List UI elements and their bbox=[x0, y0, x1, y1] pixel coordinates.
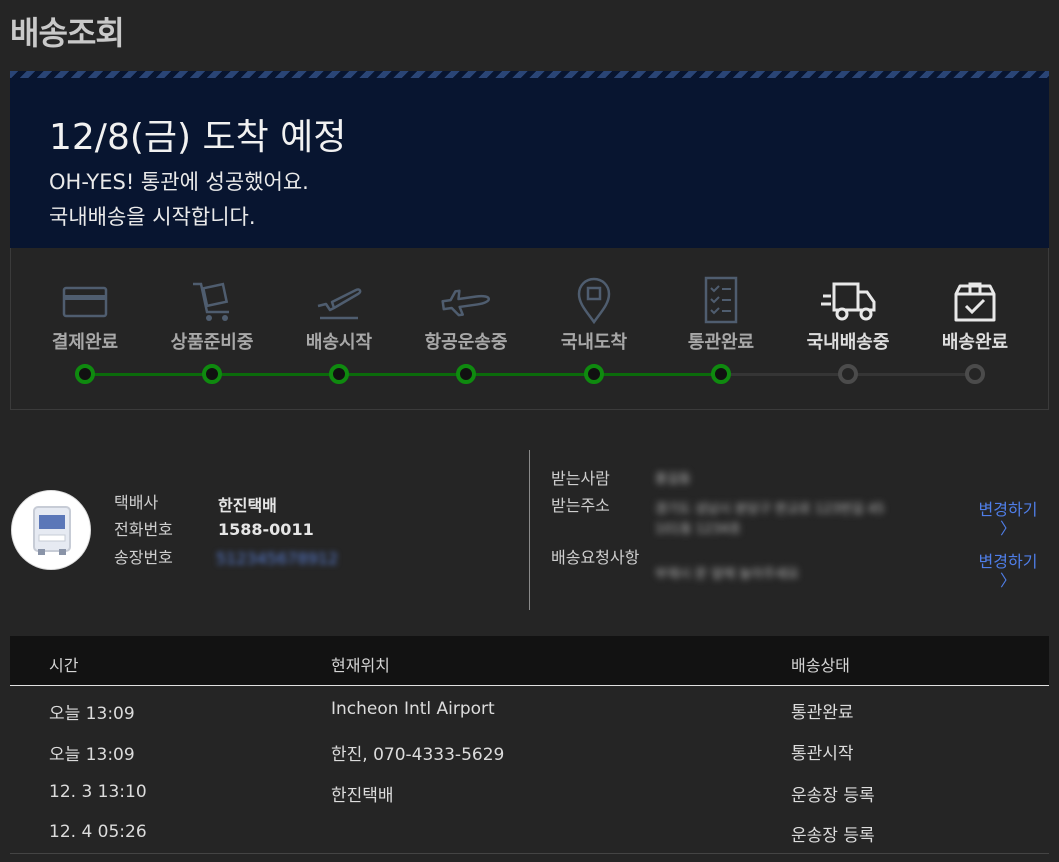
tracking-number-label: 송장번호 bbox=[114, 548, 173, 567]
courier-company-label: 택배사 bbox=[114, 493, 159, 512]
courier-company-value: 한진택배 bbox=[218, 496, 277, 515]
delivery-request-label: 배송요청사항 bbox=[551, 548, 640, 567]
table-bottom-border bbox=[10, 853, 1049, 854]
table-row: 12. 3 13:10 한진택배 운송장 등록 bbox=[10, 771, 1049, 812]
banner-message-1: OH-YES! 통관에 성공했어요. bbox=[49, 170, 309, 194]
row-time: 12. 3 13:10 bbox=[49, 782, 147, 802]
step-dot bbox=[584, 364, 604, 384]
delivery-banner: 12/8(금) 도착 예정 OH-YES! 통관에 성공했어요. 국내배송을 시… bbox=[10, 71, 1049, 248]
step-label: 결제완료 bbox=[51, 332, 119, 353]
checklist-icon bbox=[704, 276, 738, 324]
header-location: 현재위치 bbox=[331, 656, 390, 675]
plane-takeoff-icon bbox=[317, 288, 362, 320]
change-request-button[interactable]: 변경하기 〉 bbox=[973, 548, 1043, 590]
location-pin-icon bbox=[577, 277, 611, 324]
row-status: 통관완료 bbox=[791, 703, 854, 723]
step-dot bbox=[965, 364, 985, 384]
step-dot bbox=[711, 364, 731, 384]
recipient-address-line1: 경기도 성남시 분당구 판교로 123번길 45 bbox=[655, 502, 885, 517]
step-label: 국내도착 bbox=[560, 332, 628, 353]
row-status: 통관시작 bbox=[791, 744, 854, 764]
box-check-icon bbox=[954, 282, 996, 322]
courier-phone-value: 1588-0011 bbox=[218, 520, 314, 539]
card-icon bbox=[62, 286, 108, 318]
row-time: 12. 4 05:26 bbox=[49, 822, 147, 842]
recipient-name-value: 홍길동 bbox=[655, 472, 691, 487]
chevron-right-icon: 〉 bbox=[999, 519, 1016, 538]
progress-tracker: 결제완료 상품준비중 배송시작 항공운송중 국내도착 통관완료 국내배송중 배송… bbox=[10, 248, 1049, 410]
step-dot bbox=[75, 364, 95, 384]
step-label: 배송시작 bbox=[305, 332, 373, 353]
step-dot bbox=[329, 364, 349, 384]
plane-icon bbox=[441, 289, 491, 317]
step-label: 항공운송중 bbox=[424, 332, 508, 353]
courier-phone-label: 전화번호 bbox=[114, 520, 173, 539]
page-title: 배송조회 bbox=[10, 14, 125, 52]
banner-body: 12/8(금) 도착 예정 OH-YES! 통관에 성공했어요. 국내배송을 시… bbox=[10, 78, 1049, 248]
recipient-address-label: 받는주소 bbox=[551, 496, 610, 515]
estimated-arrival: 12/8(금) 도착 예정 bbox=[49, 117, 347, 158]
step-label: 통관완료 bbox=[687, 332, 755, 353]
table-row: 12. 4 05:26 운송장 등록 bbox=[10, 812, 1049, 853]
table-row: 오늘 13:09 한진, 070-4333-5629 통관시작 bbox=[10, 729, 1049, 770]
delivery-van-icon bbox=[33, 506, 71, 555]
truck-icon bbox=[821, 282, 876, 321]
tracking-number-link[interactable]: 512345678912 bbox=[216, 549, 338, 568]
chevron-right-icon: 〉 bbox=[999, 571, 1016, 590]
step-dot bbox=[838, 364, 858, 384]
table-row: 오늘 13:09 Incheon Intl Airport 통관완료 bbox=[10, 688, 1049, 729]
recipient-address-line2: 101동 1234호 bbox=[655, 522, 741, 537]
change-request-label: 변경하기 bbox=[978, 552, 1038, 571]
banner-message-2: 국내배송을 시작합니다. bbox=[49, 205, 256, 229]
change-address-button[interactable]: 변경하기 〉 bbox=[973, 496, 1043, 538]
row-location: 한진택배 bbox=[331, 786, 394, 806]
courier-avatar bbox=[11, 490, 91, 570]
recipient-name-label: 받는사람 bbox=[551, 469, 610, 488]
row-status: 운송장 등록 bbox=[791, 826, 875, 846]
row-time: 오늘 13:09 bbox=[49, 745, 135, 765]
step-label: 배송완료 bbox=[941, 332, 1009, 353]
row-location: Incheon Intl Airport bbox=[331, 699, 495, 719]
step-label: 상품준비중 bbox=[170, 332, 254, 353]
header-time: 시간 bbox=[49, 656, 79, 675]
row-status: 운송장 등록 bbox=[791, 786, 875, 806]
header-status: 배송상태 bbox=[791, 656, 850, 675]
cart-box-icon bbox=[193, 282, 229, 321]
history-table-header: 시간 현재위치 배송상태 bbox=[10, 636, 1049, 686]
info-divider bbox=[529, 450, 530, 610]
delivery-request-value: 부재시 문 앞에 놓아주세요 bbox=[655, 567, 799, 582]
progress-line-done bbox=[85, 373, 722, 376]
step-dot bbox=[456, 364, 476, 384]
step-label: 국내배송중 bbox=[806, 332, 890, 353]
change-address-label: 변경하기 bbox=[978, 500, 1038, 519]
row-location: 한진, 070-4333-5629 bbox=[331, 745, 505, 765]
step-dot bbox=[202, 364, 222, 384]
row-time: 오늘 13:09 bbox=[49, 704, 135, 724]
